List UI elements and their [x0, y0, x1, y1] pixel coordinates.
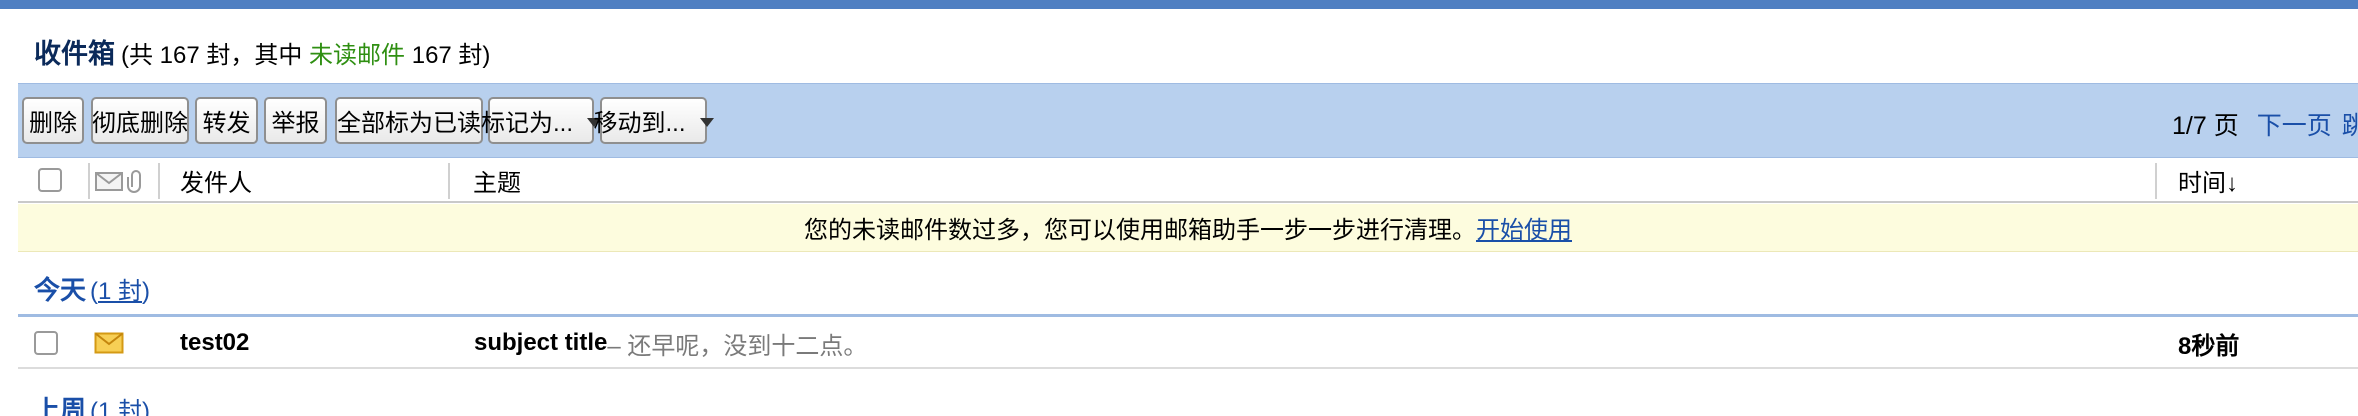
folder-title: 收件箱	[34, 39, 115, 69]
row-checkbox-cell	[34, 317, 58, 369]
group-name: 今天	[34, 275, 87, 305]
mark-all-read-button[interactable]: 全部标为已读	[335, 97, 483, 144]
forward-button[interactable]: 转发	[195, 97, 258, 144]
delete-button[interactable]: 删除	[22, 97, 84, 144]
unread-link[interactable]: 未读邮件	[309, 42, 405, 69]
email-preview: – 还早呢，没到十二点。	[607, 332, 868, 360]
group-count-link[interactable]: 1 封	[98, 398, 142, 416]
select-all-cell	[38, 159, 62, 201]
group-name: 上周	[34, 395, 87, 416]
folder-stats: (共 167 封，其中 未读邮件 167 封)	[121, 42, 491, 69]
sender-column-header[interactable]: 发件人	[180, 159, 252, 201]
report-button[interactable]: 举报	[264, 97, 327, 144]
status-column-header[interactable]	[94, 159, 142, 201]
start-using-link[interactable]: 开始使用	[1476, 210, 1572, 245]
column-divider	[88, 163, 90, 199]
top-accent-bar	[0, 0, 2358, 9]
email-sender: test02	[180, 329, 250, 356]
group-header-today: 今天 (1 封)	[34, 270, 150, 307]
subject-column-header[interactable]: 主题	[473, 159, 521, 201]
group-header-last-week: 上周 (1 封)	[34, 390, 150, 416]
mark-as-dropdown[interactable]: 标记为...	[481, 97, 602, 144]
group-count: (1 封)	[90, 398, 150, 416]
row-status-cell	[94, 317, 124, 369]
group-count-link[interactable]: 1 封	[98, 278, 142, 305]
move-to-dropdown[interactable]: 移动到...	[594, 97, 714, 144]
column-header: 发件人 主题 时间↓	[18, 159, 2358, 203]
row-checkbox[interactable]	[34, 331, 58, 355]
chevron-down-icon	[699, 117, 714, 127]
next-page-link[interactable]: 下一页	[2257, 112, 2332, 140]
delete-permanently-button[interactable]: 彻底删除	[91, 97, 189, 144]
column-divider	[158, 163, 160, 199]
page-indicator: 1/7 页	[2172, 112, 2239, 140]
pagination: 1/7 页下一页跳	[2172, 106, 2358, 142]
email-row[interactable]: test02 subject title – 还早呢，没到十二点。 8秒前	[18, 317, 2358, 369]
envelope-icon	[94, 332, 124, 354]
mail-status-icon	[95, 170, 141, 193]
jump-page-link[interactable]: 跳	[2342, 112, 2358, 140]
folder-heading: 收件箱 (共 167 封，其中 未读邮件 167 封)	[34, 32, 490, 72]
notice-text: 您的未读邮件数过多，您可以使用邮箱助手一步一步进行清理。	[804, 217, 1476, 244]
time-column-header[interactable]: 时间↓	[2178, 159, 2238, 201]
email-time: 8秒前	[2178, 332, 2240, 360]
cleanup-notice: 您的未读邮件数过多，您可以使用邮箱助手一步一步进行清理。 开始使用	[18, 204, 2358, 252]
group-count: (1 封)	[90, 278, 151, 305]
email-subject: subject title	[474, 329, 608, 356]
select-all-checkbox[interactable]	[38, 168, 62, 192]
column-divider	[448, 163, 450, 199]
email-subject-cell: subject title – 还早呢，没到十二点。	[474, 317, 867, 369]
mail-toolbar: 删除 彻底删除 转发 举报 全部标为已读 标记为... 移动到... 1/7 页…	[18, 83, 2358, 158]
column-divider	[2155, 163, 2157, 199]
